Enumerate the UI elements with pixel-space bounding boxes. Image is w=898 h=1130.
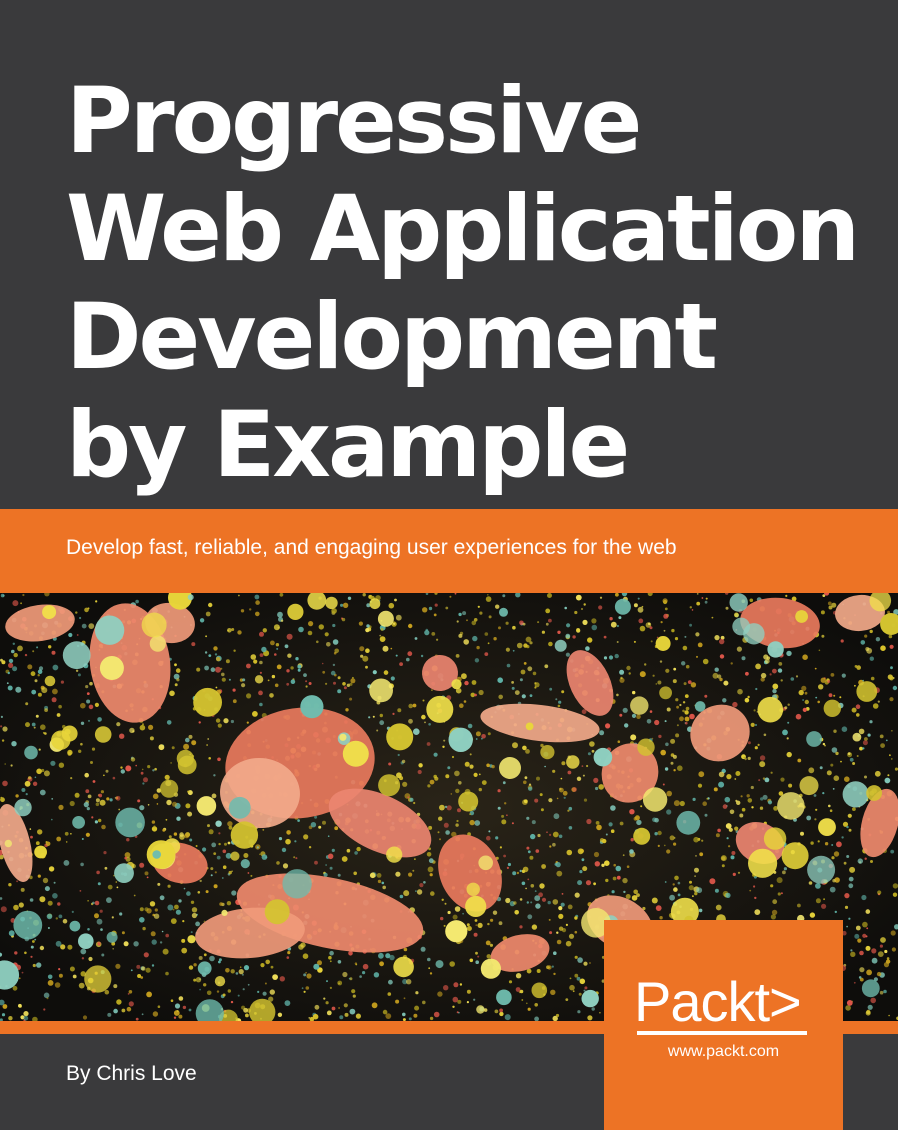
publisher-url: www.packt.com <box>667 1043 780 1060</box>
publisher-logo-underline <box>637 1031 807 1035</box>
title-line-2: Web Application <box>66 177 860 282</box>
book-author: By Chris Love <box>66 1062 197 1085</box>
title-line-1: Progressive <box>66 69 642 174</box>
title-line-3: Development <box>66 285 718 390</box>
book-title: Progressive Web Application Development … <box>66 68 886 500</box>
publisher-logo: Packt> <box>634 970 802 1033</box>
book-subtitle: Develop fast, reliable, and engaging use… <box>66 536 677 559</box>
publisher-badge: Packt> www.packt.com <box>604 920 843 1130</box>
title-line-4: by Example <box>66 393 630 498</box>
subtitle-band: Develop fast, reliable, and engaging use… <box>0 509 898 593</box>
book-cover: Progressive Web Application Development … <box>0 0 898 1130</box>
